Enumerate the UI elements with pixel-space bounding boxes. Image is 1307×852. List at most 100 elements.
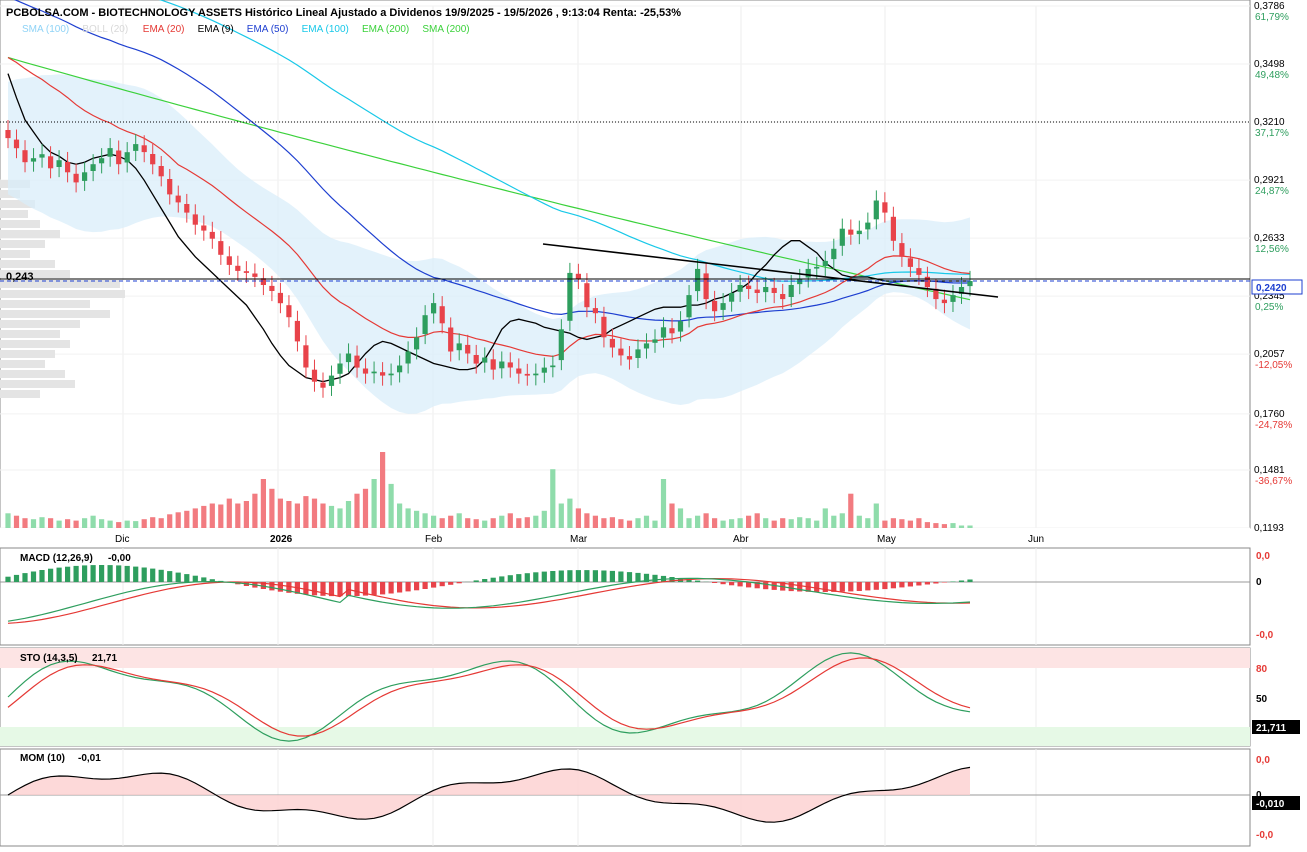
candle-body <box>618 348 624 356</box>
macd-histogram-bar <box>439 582 445 587</box>
volume-bar <box>473 519 479 528</box>
macd-histogram-bar <box>550 571 556 582</box>
macd-histogram-bar <box>626 572 633 582</box>
candle-body <box>209 231 215 239</box>
macd-histogram-bar <box>967 579 973 582</box>
legend: SMA (100) BOLL (20) EMA (20) EMA (9) EMA (50… <box>22 24 470 35</box>
volume-bar <box>243 501 249 528</box>
volume-bar <box>967 525 973 528</box>
volume-profile-bar <box>0 330 60 338</box>
candle-body <box>150 154 156 165</box>
candle-body <box>967 281 973 287</box>
macd-histogram-bar <box>584 570 590 582</box>
candle-body <box>805 268 811 278</box>
candle-body <box>414 337 420 350</box>
volume-bar <box>848 493 854 528</box>
volume-bar <box>226 498 232 528</box>
candle-body <box>397 365 403 373</box>
candle-body <box>567 272 573 321</box>
macd-histogram-bar <box>890 582 896 589</box>
legend-item: EMA (20) <box>143 24 185 35</box>
volume-bar <box>235 503 241 528</box>
volume-bar <box>575 508 581 528</box>
macd-label: MACD (12,26,9) <box>20 553 93 564</box>
candle-body <box>133 144 139 151</box>
volume-profile-bar <box>0 390 40 398</box>
candle-body <box>822 260 828 266</box>
macd-histogram-bar <box>414 582 420 591</box>
candle-body <box>890 216 896 241</box>
macd-histogram-bar <box>150 568 156 582</box>
macd-histogram-bar <box>99 565 105 582</box>
volume-bar <box>99 519 105 528</box>
volume-bar <box>82 518 88 528</box>
volume-bar <box>533 515 539 528</box>
macd-histogram-bar <box>814 582 820 592</box>
macd-histogram-bar <box>763 582 769 590</box>
volume-bar <box>422 513 428 528</box>
candle-body <box>439 306 445 324</box>
last-price-marker: 0,2420 <box>1251 279 1303 295</box>
candle-body <box>882 202 888 213</box>
volume-bar <box>380 452 386 528</box>
volume-bar <box>584 513 590 528</box>
macd-tick-label: 0 <box>1256 577 1262 588</box>
macd-histogram-bar <box>788 582 794 592</box>
candle-body <box>541 367 547 373</box>
main-grid <box>0 0 1251 529</box>
volume-bar <box>899 519 905 528</box>
candle-body <box>695 268 701 292</box>
macd-histogram-bar <box>431 582 437 588</box>
volume-profile-bar <box>0 350 55 358</box>
volume-bar <box>941 524 947 528</box>
volume-bar <box>465 518 471 528</box>
candle-body <box>226 256 232 265</box>
macd-histogram-bar <box>567 570 573 582</box>
macd-histogram-bar <box>652 574 658 582</box>
volume-profile-bar <box>0 320 80 328</box>
sto-overbought-zone <box>0 648 1250 668</box>
volume-bar <box>405 508 411 528</box>
candle-body <box>729 293 735 302</box>
panel-frame <box>0 748 1251 847</box>
candle-body <box>839 228 845 246</box>
macd-histogram-bar <box>856 582 862 591</box>
candle-body <box>235 265 241 271</box>
sto-last-value: 21,711 <box>1256 723 1286 734</box>
volume-bar <box>5 513 11 528</box>
price-tick-label: 0,2921 <box>1254 175 1285 186</box>
macd-histogram-bar <box>916 582 922 586</box>
volume-bar <box>609 517 615 528</box>
x-tick-label: Jun <box>1028 534 1044 545</box>
candle-body <box>873 200 879 220</box>
stock-chart: PCBOLSA.COM - BIOTECHNOLOGY ASSETS Histó… <box>0 0 1303 847</box>
percent-tick-label: -12,05% <box>1255 360 1292 371</box>
macd-tick-label: 0,0 <box>1256 551 1270 562</box>
price-tick-label: 0,1193 <box>1254 523 1284 534</box>
candle-body <box>30 158 37 162</box>
macd-histogram-bar <box>822 582 828 592</box>
candle-body <box>252 273 258 277</box>
volume-profile-bar <box>0 220 40 228</box>
volume-bar <box>737 518 743 528</box>
candle-body <box>354 355 360 368</box>
percent-tick-label: 61,79% <box>1255 12 1289 23</box>
volume-bar <box>439 518 445 528</box>
volume-bar <box>660 479 667 528</box>
volume-bar <box>499 515 505 528</box>
volume-bar <box>890 518 896 528</box>
volume-bar <box>618 519 624 528</box>
volume-bar <box>882 520 888 528</box>
legend-item: SMA (200) <box>422 24 469 35</box>
volume-profile-bar <box>0 260 55 268</box>
volume-profile-bar <box>0 300 90 308</box>
percent-tick-label: 0,25% <box>1255 302 1283 313</box>
volume-bar <box>150 517 156 528</box>
volume-bar <box>507 513 513 528</box>
volume-bar <box>414 510 420 528</box>
macd-histogram-bar <box>933 582 939 584</box>
macd-histogram-bar <box>269 582 275 591</box>
macd-histogram-bar <box>839 582 845 592</box>
volume-bar <box>746 515 752 528</box>
price-axis: 0,378661,79% 0,349849,48% 0,321037,17% 0,29… <box>1254 1 1292 534</box>
